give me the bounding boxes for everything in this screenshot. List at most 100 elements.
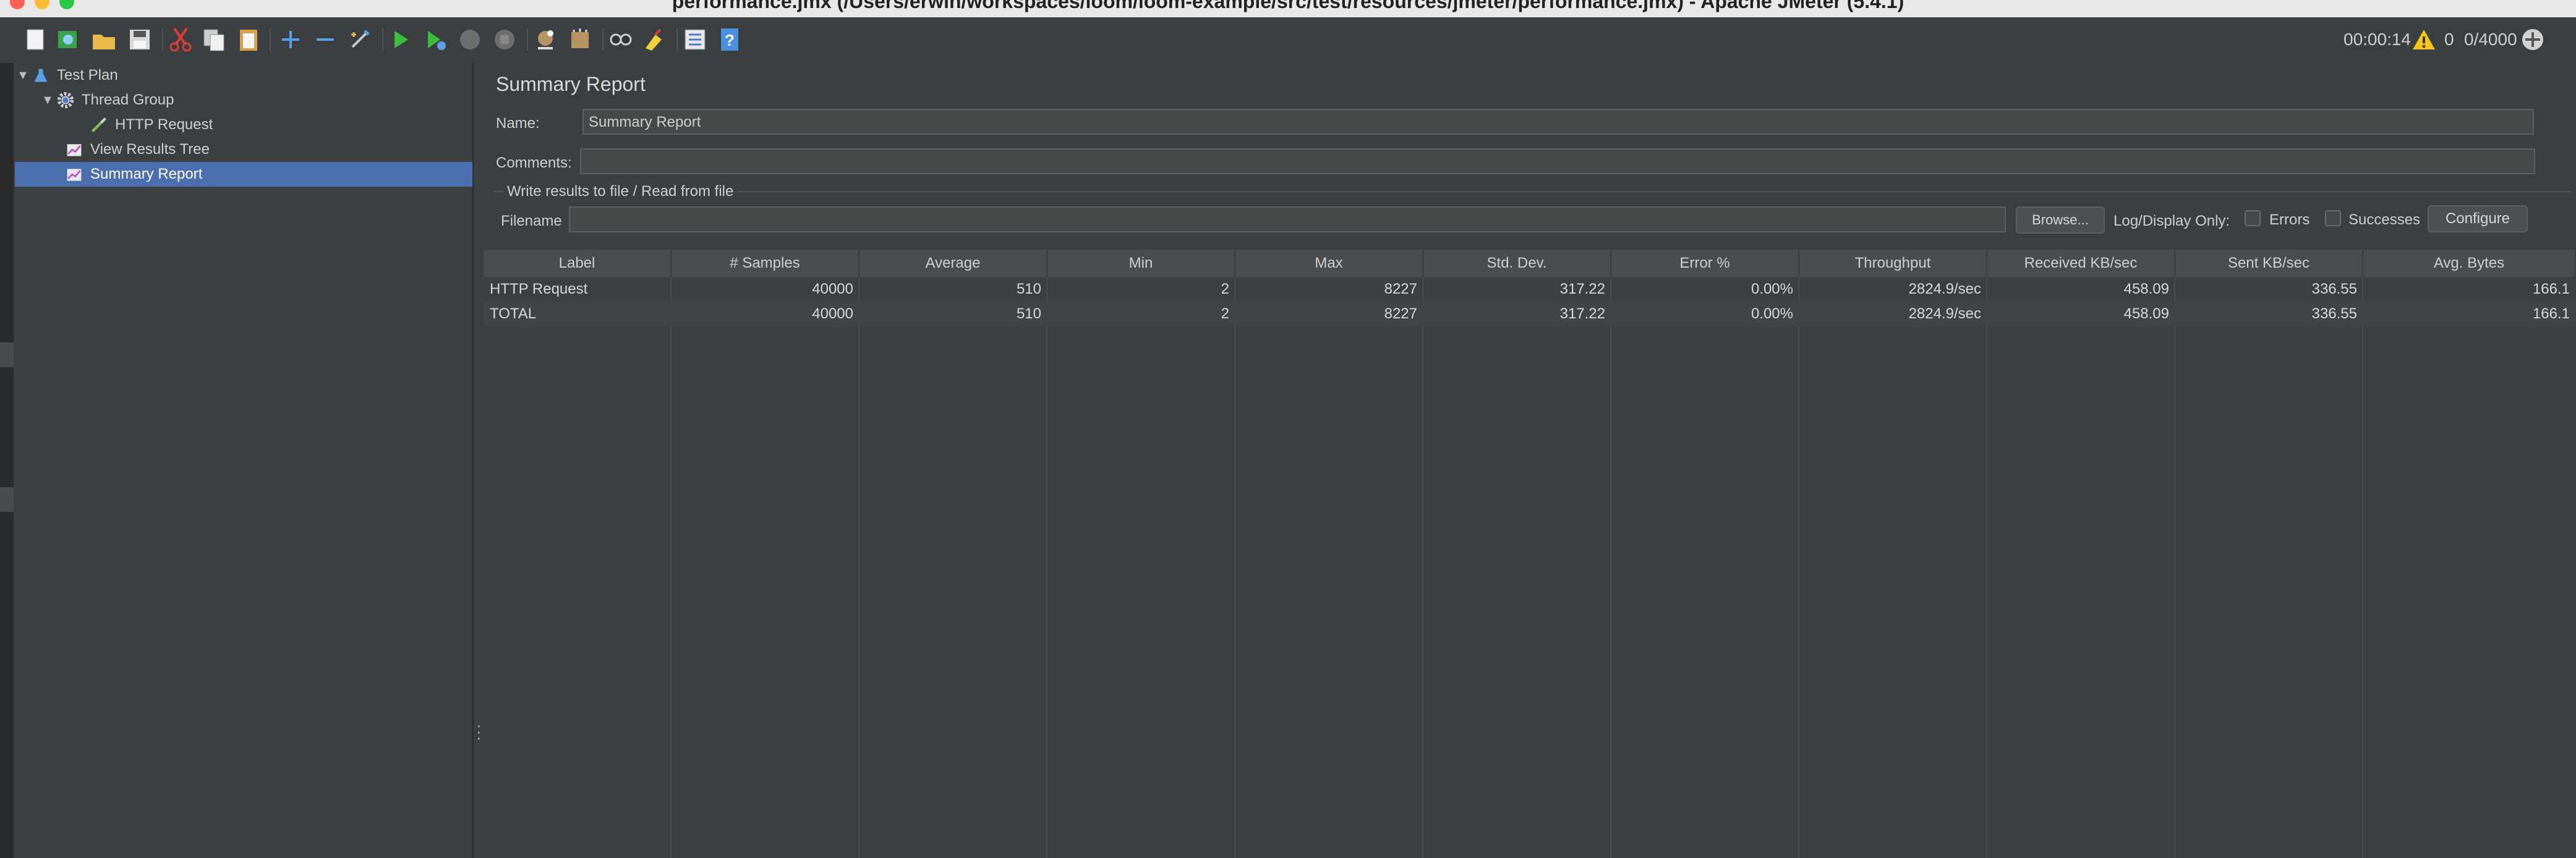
table-cell: 8227 bbox=[1384, 281, 1417, 297]
table-cell: HTTP Request bbox=[490, 281, 588, 297]
column-header[interactable]: Max bbox=[1235, 250, 1423, 277]
comments-label: Comments: bbox=[496, 155, 572, 171]
test-plan-tree: ▼ Test Plan ▼ Thread Group HTTP Request … bbox=[15, 63, 472, 858]
errors-checkbox[interactable] bbox=[2245, 210, 2261, 226]
table-cell: 166.1 bbox=[2532, 305, 2570, 322]
toolbar: ? 00:00:14 0 0/4000 bbox=[0, 17, 2576, 62]
expanded-arrow-icon[interactable]: ▼ bbox=[41, 93, 54, 108]
column-header[interactable]: Average bbox=[859, 250, 1047, 277]
window-title: performance.jmx (/Users/erwin/workspaces… bbox=[672, 0, 1904, 12]
column-header[interactable]: Avg. Bytes bbox=[2363, 250, 2576, 277]
file-group-title: Write results to file / Read from file bbox=[503, 183, 738, 200]
svg-text:?: ? bbox=[725, 31, 735, 49]
shutdown-icon[interactable] bbox=[491, 26, 518, 53]
function-helper-icon[interactable] bbox=[681, 26, 709, 53]
configure-button[interactable]: Configure bbox=[2428, 205, 2528, 232]
chart-icon bbox=[63, 164, 85, 184]
pipette-icon bbox=[88, 115, 110, 135]
table-row[interactable]: TOTAL 40000 510 2 8227 317.22 0.00% 2824… bbox=[484, 302, 2576, 326]
warning-icon[interactable] bbox=[2412, 27, 2436, 52]
table-cell: 40000 bbox=[812, 305, 853, 322]
active-threads: 0/4000 bbox=[2464, 30, 2517, 49]
column-header[interactable]: Error % bbox=[1611, 250, 1799, 277]
save-icon[interactable] bbox=[126, 26, 153, 53]
chart-icon bbox=[63, 140, 85, 159]
successes-label: Successes bbox=[2348, 211, 2421, 228]
start-no-pauses-icon[interactable] bbox=[422, 26, 449, 53]
column-header[interactable]: Received KB/sec bbox=[1987, 250, 2175, 277]
tree-item-label: Test Plan bbox=[57, 67, 118, 83]
column-header[interactable]: Sent KB/sec bbox=[2175, 250, 2363, 277]
elapsed-time: 00:00:14 bbox=[2344, 30, 2411, 49]
cut-icon[interactable] bbox=[167, 26, 194, 53]
copy-icon[interactable] bbox=[200, 26, 228, 53]
reset-search-icon[interactable] bbox=[641, 26, 668, 53]
tree-item-label: HTTP Request bbox=[115, 116, 213, 133]
open-icon[interactable] bbox=[90, 26, 117, 53]
help-icon[interactable]: ? bbox=[716, 26, 743, 53]
toggle-icon[interactable] bbox=[346, 26, 373, 53]
column-header[interactable]: Label bbox=[484, 250, 672, 277]
expand-icon[interactable] bbox=[277, 26, 304, 53]
window-title-bar: performance.jmx (/Users/erwin/workspaces… bbox=[0, 0, 2576, 17]
filename-field[interactable] bbox=[569, 206, 2006, 232]
table-cell: 2 bbox=[1221, 281, 1229, 297]
table-cell: 458.09 bbox=[2123, 305, 2169, 322]
remote-status-icon[interactable] bbox=[2520, 27, 2545, 52]
browse-button[interactable]: Browse... bbox=[2016, 206, 2105, 234]
tree-item-label: Summary Report bbox=[90, 166, 203, 182]
table-cell: 510 bbox=[1016, 305, 1041, 322]
collapse-icon[interactable] bbox=[312, 26, 339, 53]
left-edge-strip bbox=[0, 63, 14, 858]
table-cell: 317.22 bbox=[1559, 281, 1605, 297]
file-group-border bbox=[493, 191, 2571, 192]
table-cell: 336.55 bbox=[2311, 281, 2357, 297]
name-label: Name: bbox=[496, 115, 540, 132]
successes-checkbox[interactable] bbox=[2325, 210, 2341, 226]
left-edge-marker bbox=[0, 342, 14, 367]
table-cell: 317.22 bbox=[1559, 305, 1605, 322]
table-cell: TOTAL bbox=[490, 305, 537, 322]
table-cell: 510 bbox=[1016, 281, 1041, 297]
column-header[interactable]: Throughput bbox=[1799, 250, 1987, 277]
stop-icon[interactable] bbox=[456, 26, 484, 53]
errors-label: Errors bbox=[2269, 211, 2310, 228]
tree-item-label: Thread Group bbox=[82, 91, 174, 108]
table-cell: 166.1 bbox=[2532, 281, 2570, 297]
table-header: Label # Samples Average Min Max Std. Dev… bbox=[484, 250, 2576, 277]
search-icon[interactable] bbox=[607, 26, 634, 53]
table-cell: 2824.9/sec bbox=[1908, 281, 1981, 297]
tree-item-test-plan[interactable]: ▼ Test Plan bbox=[15, 63, 474, 88]
table-row[interactable]: HTTP Request 40000 510 2 8227 317.22 0.0… bbox=[484, 277, 2576, 302]
table-cell: 0.00% bbox=[1751, 305, 1793, 322]
clear-all-icon[interactable] bbox=[566, 26, 594, 53]
tree-item-summary-report[interactable]: Summary Report bbox=[15, 162, 472, 187]
table-cell: 8227 bbox=[1384, 305, 1417, 322]
table-cell: 40000 bbox=[812, 281, 853, 297]
table-cell: 458.09 bbox=[2123, 281, 2169, 297]
comments-field[interactable] bbox=[580, 148, 2535, 174]
new-icon[interactable] bbox=[22, 26, 49, 53]
filename-label: Filename bbox=[501, 213, 562, 229]
results-table: Label # Samples Average Min Max Std. Dev… bbox=[484, 250, 2576, 858]
start-icon[interactable] bbox=[387, 26, 414, 53]
gear-icon bbox=[54, 90, 77, 110]
tree-item-http-request[interactable]: HTTP Request bbox=[15, 113, 472, 137]
left-edge-marker bbox=[0, 487, 14, 512]
paste-icon[interactable] bbox=[235, 26, 262, 53]
expanded-arrow-icon[interactable]: ▼ bbox=[16, 69, 30, 83]
table-cell: 0.00% bbox=[1751, 281, 1793, 297]
templates-icon[interactable] bbox=[54, 26, 82, 53]
page-title: Summary Report bbox=[496, 73, 646, 95]
summary-report-panel: Summary Report Name: Summary Report Comm… bbox=[481, 63, 2576, 858]
clear-icon[interactable] bbox=[532, 26, 559, 53]
column-header[interactable]: Min bbox=[1047, 250, 1235, 277]
column-header[interactable]: Std. Dev. bbox=[1423, 250, 1611, 277]
tree-item-view-results-tree[interactable]: View Results Tree bbox=[15, 137, 472, 162]
table-cell: 2 bbox=[1221, 305, 1229, 322]
table-cell: 336.55 bbox=[2311, 305, 2357, 322]
column-header[interactable]: # Samples bbox=[672, 250, 859, 277]
tree-item-thread-group[interactable]: ▼ Thread Group bbox=[15, 88, 474, 113]
tree-item-label: View Results Tree bbox=[90, 141, 210, 158]
name-field[interactable]: Summary Report bbox=[582, 109, 2534, 135]
